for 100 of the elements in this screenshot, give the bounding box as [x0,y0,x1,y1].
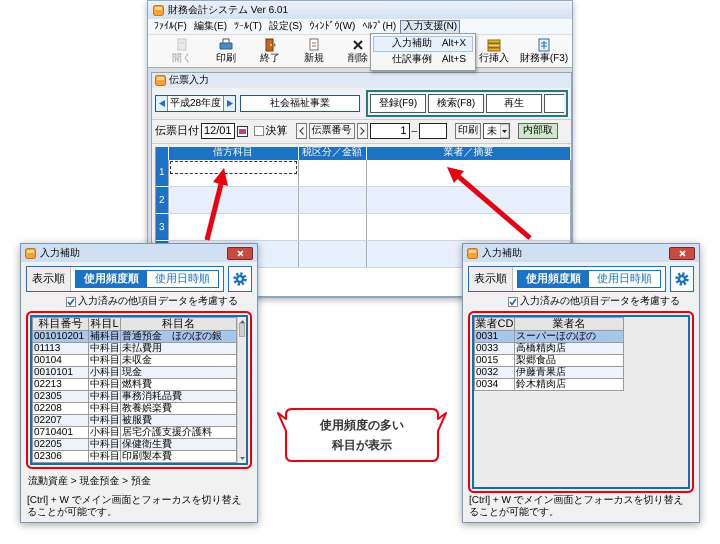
table-cell: 中科目 [88,450,120,462]
menu-item[interactable]: ﾌｧｲﾙ(F) [151,20,190,34]
toolbar-button[interactable]: 新規 [292,38,336,64]
table-row[interactable]: 02205 中科目 保健衛生費 [32,438,236,450]
action-button[interactable]: 登録(F9) [370,94,426,113]
hint-text: [Ctrl] + W でメイン画面とフォーカスを切り替えることが可能です。 [468,495,685,519]
scroll-down-icon[interactable] [240,457,244,460]
callout-text: 使用頻度の多い [320,417,404,434]
table-cell: 高橋精肉店 [514,342,624,354]
calendar-icon [236,126,248,137]
breadcrumb: 流動資産 > 現金預金 > 預金 [27,474,152,489]
scroll-thumb[interactable] [239,323,245,337]
menu-item[interactable]: 設定(S) [266,20,306,34]
range-separator: – [412,124,418,139]
table-cell: 現金 [120,366,236,378]
window-title: 入力補助 [482,246,522,260]
document-icon [307,38,321,52]
row-number: 1 [156,160,168,186]
window-title: 財務会計システム Ver 6.01 [168,4,288,18]
internal-button[interactable]: 内部取 [518,123,558,140]
table-cell: 02207 [32,414,88,426]
table-cell: 0032 [474,366,514,378]
caret-icon [500,124,510,138]
table-cell: 印刷製本費 [120,450,236,462]
chevron-right-icon [360,126,365,135]
menu-item[interactable]: ｳｨﾝﾄﾞｳ(W) [306,20,358,34]
table-cell: 普通預金 ほのぼの銀 [120,330,236,342]
close-icon [236,250,244,256]
checkbox[interactable] [66,296,76,306]
table-row[interactable]: 0031 スーパーほのぼの [474,330,624,342]
row-number: 3 [156,214,168,240]
table-cell: 02205 [32,438,88,450]
document-icon [175,38,189,52]
chevron-left-icon [298,126,304,135]
table-cell: 0010101 [32,366,88,378]
sort-order-label: 表示順 [27,267,71,291]
checkbox[interactable] [508,296,518,306]
table-row[interactable]: 0032 伊藤青果店 [474,366,624,378]
table-cell: 0033 [474,342,514,354]
print-status-select[interactable]: 未 [483,123,510,140]
column-header: 科目番号 [32,318,88,330]
callout-text: 科目が表示 [332,437,392,454]
next-button[interactable] [356,123,368,140]
table-row[interactable]: 0034 鈴木精肉店 [474,378,624,390]
table-row[interactable]: 0010101 小科目 現金 [32,366,236,378]
column-header: 借方科目 [168,146,298,160]
column-header: 科目L [88,318,120,330]
sort-option-tab[interactable]: 使用頻度順 [518,271,589,287]
sort-option-tab[interactable]: 使用頻度順 [76,271,147,287]
date-label: 伝票日付 [155,124,199,139]
settings-button[interactable] [670,266,694,292]
table-row[interactable]: 01113 中科目 未払費用 [32,342,236,354]
column-header: 業者CD [474,318,514,330]
close-button[interactable] [227,246,253,260]
door-icon [263,38,277,52]
table-cell: 0034 [474,378,514,390]
table-row[interactable]: 0033 高橋精肉店 [474,342,624,354]
action-button[interactable]: 再生 [486,94,542,113]
voucher-from-field[interactable]: 1 [370,123,410,140]
close-button[interactable] [669,246,695,260]
window-title: 入力補助 [40,246,80,260]
settings-icon [232,271,248,287]
table-cell: 未払費用 [120,342,236,354]
app-icon [467,248,478,258]
column-header: 業者／摘要 [366,146,570,160]
date-field[interactable]: 12/01 [201,123,235,140]
table-row[interactable]: 02305 中科目 事務消耗品費 [32,390,236,402]
menu-item[interactable]: 入力支援(N) [400,20,460,34]
toolbar-button[interactable]: 行挿入 [472,38,516,64]
column-header: 税区分／金額 [298,146,366,160]
column-header: 業者名 [514,318,624,330]
table-row[interactable]: 001010201 補科目 普通預金 ほのぼの銀 [32,330,236,342]
menu-item[interactable]: ﾂｰﾙ(T) [231,20,265,34]
form-icon [537,38,551,52]
menu-item[interactable]: 編集(E) [190,20,230,34]
voucher-to-field[interactable] [419,123,448,140]
column-header: 科目名 [120,318,236,330]
table-row[interactable]: 02207 中科目 被服費 [32,414,236,426]
checkbox-label: 入力済みの他項目データを考慮する [78,294,238,309]
app-icon [25,248,36,258]
rows-icon [487,38,501,52]
cross-icon [351,38,365,52]
menu-item[interactable]: ﾍﾙﾌﾟ(H) [359,20,400,34]
checkbox[interactable] [254,126,264,136]
table-row[interactable]: 02306 中科目 印刷製本費 [32,450,236,462]
next-button[interactable] [224,96,236,111]
settings-button[interactable] [228,266,252,292]
table-cell: 01113 [32,342,88,354]
previous-button[interactable] [156,96,167,111]
toolbar-button[interactable]: 終了 [248,38,292,64]
previous-button[interactable] [296,123,307,140]
partial-button[interactable] [544,94,564,113]
toolbar-button[interactable]: 印刷 [204,38,248,64]
table-cell: 鈴木精肉店 [514,378,624,390]
scrollbar[interactable] [237,317,246,463]
app-icon [153,4,164,16]
menu-item[interactable]: 入力補助 Alt+X [373,36,473,52]
action-button[interactable]: 検索(F8) [428,94,484,113]
toolbar-button[interactable]: 財務事(F3) [516,38,572,64]
table-cell: 001010201 [32,330,88,342]
